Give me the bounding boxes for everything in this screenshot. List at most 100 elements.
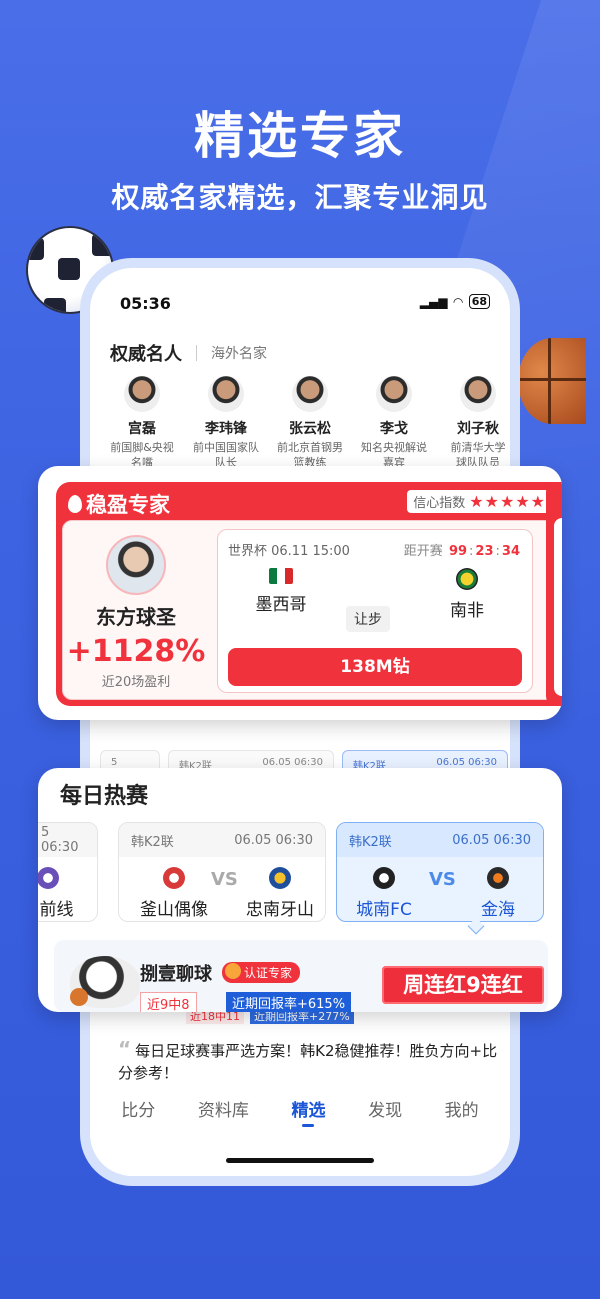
wifi-icon: ◠: [453, 294, 463, 309]
recommendation-text: “每日足球赛事严选方案！韩K2稳健推荐！胜负方向+比分参考！: [118, 1038, 498, 1084]
team-name: 城南FC: [356, 900, 412, 920]
mexico-flag-icon: [269, 568, 293, 584]
certified-badge: 认证专家: [222, 962, 301, 983]
home-team-name: 墨西哥: [255, 595, 307, 615]
expert-item[interactable]: 李戈 知名央视解说 嘉宾: [352, 376, 436, 470]
avatar: [460, 376, 496, 412]
star-rating-icon: ★★★★★: [469, 492, 546, 511]
team-logo-icon: [38, 867, 59, 889]
expert-name: 宫磊: [128, 421, 156, 437]
expert-name: 李玮锋: [205, 421, 247, 437]
avatar: [124, 376, 160, 412]
expert-desc: 前国脚&央视: [110, 441, 174, 454]
expert-item[interactable]: 李玮锋 前中国国家队 队长: [184, 376, 268, 470]
confidence-index: 信心指数 ★★★★★: [407, 490, 552, 513]
hero-subtitle: 权威名家精选，汇聚专业洞见: [111, 181, 489, 214]
tab-database[interactable]: 资料库: [198, 1096, 249, 1121]
expert-name: 刘子秋: [457, 421, 499, 437]
game-header: 韩K2联 06.05 06:30: [337, 823, 543, 857]
next-card-peek: [546, 482, 562, 706]
team-name: 忠南牙山: [246, 900, 314, 920]
avatar: [376, 376, 412, 412]
avatar: [292, 376, 328, 412]
card-title-text: 稳盈专家: [86, 493, 170, 517]
tab-discover[interactable]: 发现: [368, 1096, 402, 1121]
away-team-name: 南非: [450, 601, 484, 621]
home-indicator: [226, 1158, 374, 1163]
away-team: 州前线: [38, 867, 97, 920]
tab-overseas[interactable]: 海外名家: [211, 343, 267, 363]
next-card-inner: [554, 518, 562, 696]
expert-recommendation[interactable]: 捌壹聊球 认证专家 近9中8 近期回报率+615% 周连红9连红: [54, 940, 548, 1012]
expert-desc: 前中国国家队: [193, 441, 259, 454]
avatar: [208, 376, 244, 412]
quote-text: 每日足球赛事严选方案！韩K2稳健推荐！胜负方向+比分参考！: [118, 1042, 498, 1082]
tab-score[interactable]: 比分: [121, 1096, 155, 1121]
game-header: 韩K2联 06.05 06:30: [119, 823, 325, 857]
profit-rate: +1128%: [66, 634, 206, 669]
hit-rate-chip: 近9中8: [140, 992, 197, 1012]
game-time: 5 06:30: [41, 825, 79, 855]
flame-icon: [68, 495, 82, 513]
confidence-label: 信心指数: [413, 496, 466, 511]
team-logo-icon: [373, 867, 395, 889]
game-time: 06.05 06:30: [452, 832, 531, 848]
expert-name: 李戈: [380, 421, 408, 437]
game-time: 06.05 06:30: [234, 832, 313, 848]
match-info: 世界杯 06.11 15:00: [228, 544, 350, 559]
match-card[interactable]: 世界杯 06.11 15:00 距开赛 99:23:34 墨西哥 让步 南非 1…: [217, 529, 533, 693]
tab-featured[interactable]: 精选: [291, 1096, 325, 1127]
team-name: 釜山偶像: [140, 900, 208, 920]
status-time: 05:36: [120, 294, 171, 313]
countdown-label: 距开赛: [403, 544, 443, 559]
avatar: [106, 535, 166, 595]
expert-desc: 前北京首钢男: [277, 441, 343, 454]
author-block[interactable]: 东方球圣 +1128% 近20场盈利: [63, 521, 209, 701]
south-africa-logo-icon: [456, 568, 478, 590]
team-name: 金海: [481, 900, 515, 920]
status-indicators: ▂▄▆ ◠ 68: [420, 294, 490, 309]
tab-authority[interactable]: 权威名人: [110, 340, 182, 366]
card-title: 每日热赛: [60, 784, 149, 809]
game-card-selected[interactable]: 韩K2联 06.05 06:30 城南FC VS 金海: [336, 822, 544, 922]
game-card[interactable]: 韩K2联 06.05 06:30 釜山偶像 VS 忠南牙山: [118, 822, 326, 922]
buy-button[interactable]: 138M钻: [228, 648, 522, 686]
card-title: 稳盈专家: [68, 489, 170, 519]
section-tabs: 权威名人 海外名家: [110, 340, 267, 366]
signal-icon: ▂▄▆: [419, 294, 448, 309]
expert-name: 张云松: [289, 421, 331, 437]
stable-expert-card[interactable]: 稳盈专家 信心指数 ★★★★★ 东方球圣 +1128% 近20场盈利 世界杯 06…: [38, 466, 562, 720]
team-logo-icon: [487, 867, 509, 889]
rooster-avatar: [70, 956, 140, 1008]
expert-item[interactable]: 宫磊 前国脚&央视 名嘴: [100, 376, 184, 470]
win-streak-badge: 周连红9连红: [382, 966, 544, 1004]
team-logo-icon: [269, 867, 291, 889]
tab-mine[interactable]: 我的: [445, 1096, 479, 1121]
countdown: 距开赛 99:23:34: [403, 544, 520, 559]
return-rate-chip: 近期回报率+615%: [226, 992, 352, 1012]
expert-desc: 前清华大学: [450, 441, 506, 454]
author-name: 东方球圣: [96, 605, 176, 629]
expert-name: 捌壹聊球: [140, 964, 212, 985]
away-team: 南非: [412, 568, 522, 621]
expert-pick: 东方球圣 +1128% 近20场盈利 世界杯 06.11 15:00 距开赛 9…: [62, 520, 562, 700]
home-team: 城南FC: [337, 867, 439, 920]
stable-expert-panel: 稳盈专家 信心指数 ★★★★★ 东方球圣 +1128% 近20场盈利 世界杯 06…: [56, 482, 562, 706]
quote-icon: “: [118, 1037, 132, 1061]
expert-item[interactable]: 刘子秋 前清华大学 球队队员: [436, 376, 510, 470]
phone-mockup: 05:36 ▂▄▆ ◠ 68 权威名人 海外名家 宫磊 前国脚&央视 名嘴 李玮锋前…: [80, 258, 520, 1186]
bottom-tab-bar: 比分 资料库 精选 发现 我的: [90, 1096, 510, 1127]
basketball-icon: [518, 338, 586, 424]
away-team: 金海: [443, 867, 543, 920]
team-logo-icon: [163, 867, 185, 889]
game-card[interactable]: 5 06:30 州前线: [38, 822, 98, 922]
home-team: 墨西哥: [226, 568, 336, 615]
countdown-seconds: 34: [501, 544, 520, 559]
game-league: 韩K2联: [131, 834, 174, 850]
expert-item[interactable]: 张云松 前北京首钢男 篮教练: [268, 376, 352, 470]
tab-divider: [196, 345, 197, 361]
profit-note: 近20场盈利: [101, 675, 171, 690]
away-team: 忠南牙山: [225, 867, 325, 920]
team-name: 州前线: [38, 900, 74, 920]
countdown-hours: 99: [448, 544, 468, 559]
